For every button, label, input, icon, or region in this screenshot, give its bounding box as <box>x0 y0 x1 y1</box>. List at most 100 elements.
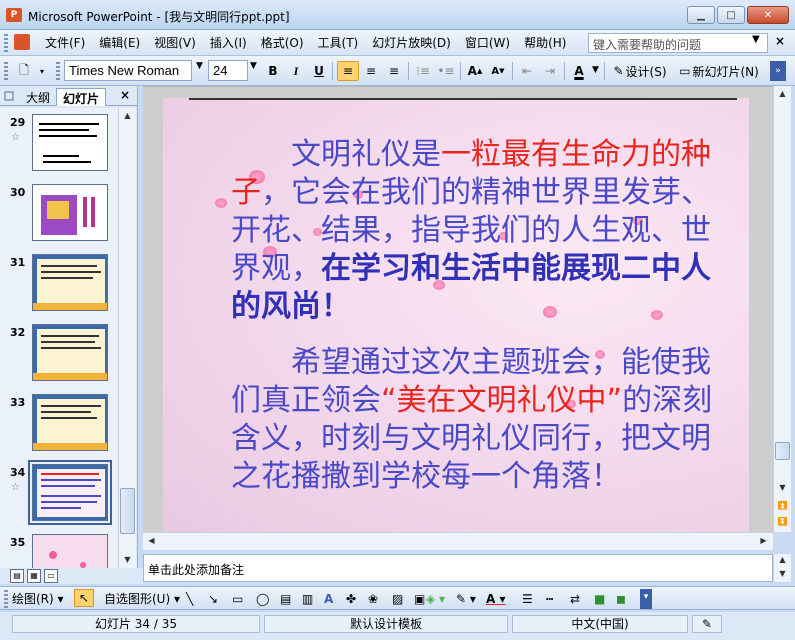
thumbnail-row[interactable]: 35 <box>0 528 118 568</box>
line-style-icon[interactable]: ☰ <box>522 591 533 607</box>
arrow-tool-icon[interactable]: ↘ <box>208 591 218 607</box>
toolbar-overflow-icon[interactable]: » <box>770 61 786 81</box>
powerpoint-app-icon[interactable]: P <box>6 8 22 22</box>
thumbnail-row[interactable]: 29 ☆ <box>0 108 118 176</box>
fill-color-icon[interactable]: ◈ ▾ <box>426 591 445 607</box>
bold-button[interactable]: B <box>264 61 282 81</box>
drawbar-grip[interactable] <box>4 590 8 608</box>
font-size-field[interactable]: 24 <box>208 60 248 81</box>
tab-slides[interactable]: 幻灯片 <box>56 88 107 106</box>
align-right-button[interactable]: ≡ <box>384 61 404 81</box>
slide-thumbnail-30[interactable] <box>32 184 108 241</box>
close-document-icon[interactable]: × <box>775 34 785 48</box>
thumbnail-row[interactable]: 31 <box>0 248 118 316</box>
wordart-icon[interactable]: A <box>324 591 333 607</box>
line-color-icon[interactable]: ✎ ▾ <box>456 591 476 607</box>
scroll-down-arrow-icon[interactable]: ▼ <box>774 568 791 580</box>
document-icon[interactable] <box>14 34 30 50</box>
editor-horizontal-scrollbar[interactable]: ◀ ▶ <box>143 532 773 550</box>
slide-thumbnail-33[interactable] <box>32 394 108 451</box>
toolbar-options-icon[interactable]: ▾ <box>36 61 48 81</box>
slide-paragraph-1[interactable]: 文明礼仪是一粒最有生命力的种子，它会在我们的精神世界里发芽、开花、结果，指导我们… <box>231 136 731 326</box>
italic-button[interactable]: I <box>287 61 305 81</box>
minimize-button[interactable]: ▁ <box>687 6 715 24</box>
menu-view[interactable]: 视图(V) <box>147 35 203 51</box>
thumbnail-row[interactable]: 32 <box>0 318 118 386</box>
decrease-font-size-icon[interactable]: A ▼ <box>488 61 508 81</box>
slide-thumbnail-31[interactable] <box>32 254 108 311</box>
scroll-up-arrow-icon[interactable]: ▲ <box>774 86 791 102</box>
slide-thumbnail-34[interactable] <box>28 460 112 525</box>
font-name-field[interactable]: Times New Roman <box>64 60 192 81</box>
menu-insert[interactable]: 插入(I) <box>203 35 254 51</box>
3d-style-icon[interactable]: ◼ <box>616 591 626 607</box>
maximize-button[interactable]: □ <box>717 6 745 24</box>
slide-thumbnail-35[interactable] <box>32 534 108 568</box>
scroll-right-arrow-icon[interactable]: ▶ <box>755 533 772 549</box>
font-toolbar-grip[interactable] <box>56 62 60 80</box>
increase-indent-icon[interactable]: ⇥ <box>540 61 560 81</box>
scroll-down-arrow-icon[interactable]: ▼ <box>119 552 136 568</box>
scroll-up-arrow-icon[interactable]: ▲ <box>774 554 791 566</box>
thumbnail-scrollbar[interactable]: ▲ ▼ <box>118 108 136 568</box>
select-pointer-icon[interactable]: ↖ <box>74 589 94 607</box>
drawbar-overflow-icon[interactable]: ▾ <box>640 589 652 609</box>
thumbnail-row[interactable]: 33 <box>0 388 118 456</box>
menu-edit[interactable]: 编辑(E) <box>92 35 147 51</box>
autoshapes-menu-button[interactable]: 自选图形(U) ▾ <box>104 591 180 607</box>
menu-window[interactable]: 窗口(W) <box>458 35 517 51</box>
close-pane-icon[interactable]: × <box>120 88 130 102</box>
menu-format[interactable]: 格式(O) <box>254 35 311 51</box>
bullets-icon[interactable]: •≡ <box>436 61 456 81</box>
font-size-dropdown-icon[interactable]: ▼ <box>250 61 257 71</box>
slide-canvas[interactable]: 文明礼仪是一粒最有生命力的种子，它会在我们的精神世界里发芽、开花、结果，指导我们… <box>163 98 749 534</box>
scroll-up-arrow-icon[interactable]: ▲ <box>119 108 136 124</box>
insert-image-icon[interactable]: ▣ <box>414 591 425 607</box>
next-slide-icon[interactable]: ⏬ <box>774 514 791 530</box>
menubar-grip[interactable] <box>4 34 8 52</box>
menu-slideshow[interactable]: 幻灯片放映(D) <box>365 35 458 51</box>
notes-pane[interactable]: 单击此处添加备注 <box>143 554 773 582</box>
diagram-icon[interactable]: ✤ <box>346 591 356 607</box>
textbox-tool-icon[interactable]: ▤ <box>280 591 291 607</box>
slide-thumbnail-32[interactable] <box>32 324 108 381</box>
oval-tool-icon[interactable]: ◯ <box>256 591 269 607</box>
dash-style-icon[interactable]: ┅ <box>546 591 553 607</box>
slide-paragraph-2[interactable]: 希望通过这次主题班会，能使我们真正领会“美在文明礼仪中”的深刻含义，时刻与文明礼… <box>231 344 731 496</box>
align-center-button[interactable]: ≡ <box>361 61 381 81</box>
new-slide-button[interactable]: ▭ 新幻灯片(N) <box>675 61 763 81</box>
thumbnail-row[interactable]: 30 <box>0 178 118 246</box>
align-left-button[interactable]: ≡ <box>337 61 359 81</box>
scroll-left-arrow-icon[interactable]: ◀ <box>143 533 160 549</box>
insert-picture-icon[interactable]: ▨ <box>392 591 403 607</box>
scroll-down-arrow-icon[interactable]: ▼ <box>774 480 791 496</box>
tab-outline[interactable]: 大纲 <box>20 88 56 106</box>
help-dropdown-icon[interactable]: ▼ <box>752 34 760 45</box>
arrow-style-icon[interactable]: ⇄ <box>570 591 580 607</box>
menu-file[interactable]: 文件(F) <box>38 35 92 51</box>
shadow-style-icon[interactable]: ■ <box>594 591 605 607</box>
font-color-dropdown-icon[interactable]: ▼ <box>592 65 599 75</box>
numbering-icon[interactable]: ⁝≡ <box>413 61 433 81</box>
font-name-dropdown-icon[interactable]: ▼ <box>196 61 203 71</box>
slide-sorter-view-icon[interactable]: ▦ <box>27 569 41 583</box>
line-tool-icon[interactable]: ╲ <box>186 591 193 607</box>
toolbar-grip[interactable] <box>4 62 8 80</box>
rectangle-tool-icon[interactable]: ▭ <box>232 591 243 607</box>
draw-menu-button[interactable]: 绘图(R) ▾ <box>12 591 64 607</box>
close-window-button[interactable]: ✕ <box>747 6 789 24</box>
decrease-indent-icon[interactable]: ⇤ <box>517 61 537 81</box>
slide-thumbnail-29[interactable] <box>32 114 108 171</box>
menu-tools[interactable]: 工具(T) <box>311 35 366 51</box>
increase-font-size-icon[interactable]: A ▲ <box>465 61 485 81</box>
previous-slide-icon[interactable]: ⏫ <box>774 498 791 514</box>
scrollbar-thumb[interactable] <box>120 488 135 534</box>
spelling-status-icon[interactable]: ✎ <box>692 615 722 633</box>
design-button[interactable]: ✎ 设计(S) <box>610 61 670 81</box>
thumbnail-row[interactable]: 34 ☆ <box>0 458 118 526</box>
vertical-textbox-icon[interactable]: ▥ <box>302 591 313 607</box>
draw-font-color-icon[interactable]: A ▾ <box>486 591 506 607</box>
editor-scrollbar[interactable]: ▲ ▼ ⏫ ⏬ <box>773 86 791 532</box>
clipart-icon[interactable]: ❀ <box>368 591 378 607</box>
new-document-icon[interactable]: 🗋 <box>14 61 34 81</box>
